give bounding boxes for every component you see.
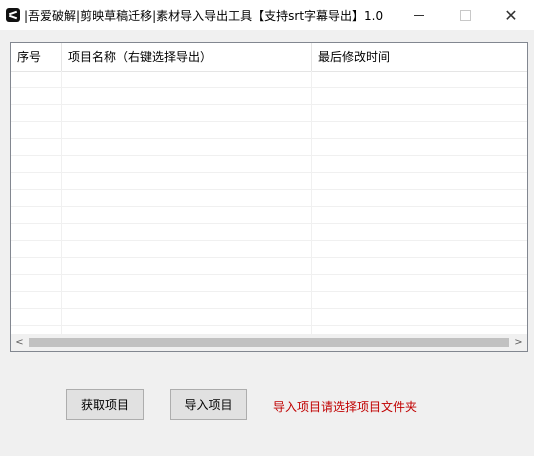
empty-row: [11, 224, 527, 241]
empty-cell: [312, 292, 527, 308]
empty-row: [11, 122, 527, 139]
horizontal-scrollbar[interactable]: < >: [11, 334, 527, 351]
empty-cell: [11, 309, 62, 325]
minimize-icon: [414, 14, 424, 16]
empty-cell: [62, 309, 312, 325]
scroll-right-icon[interactable]: >: [510, 334, 527, 351]
empty-cell: [312, 139, 527, 155]
empty-cell: [11, 71, 62, 87]
empty-cell: [11, 88, 62, 104]
get-projects-button[interactable]: 获取项目: [66, 389, 144, 420]
column-header-modified-time[interactable]: 最后修改时间: [312, 43, 527, 71]
empty-cell: [312, 156, 527, 172]
empty-cell: [62, 105, 312, 121]
column-header-project-name[interactable]: 项目名称（右键选择导出）: [62, 43, 312, 71]
minimize-button[interactable]: [396, 0, 442, 30]
scroll-thumb[interactable]: [29, 338, 509, 347]
hint-text: 导入项目请选择项目文件夹: [273, 400, 418, 414]
empty-cell: [62, 122, 312, 138]
import-project-button[interactable]: 导入项目: [170, 389, 247, 420]
empty-cell: [62, 190, 312, 206]
empty-cell: [62, 173, 312, 189]
window-title: |吾爱破解|剪映草稿迁移|素材导入导出工具【支持srt字幕导出】1.0: [24, 8, 384, 23]
empty-cell: [312, 105, 527, 121]
empty-row: [11, 173, 527, 190]
empty-cell: [62, 139, 312, 155]
empty-row: [11, 241, 527, 258]
empty-cell: [62, 207, 312, 223]
empty-row: [11, 275, 527, 292]
empty-cell: [11, 275, 62, 291]
empty-row: [11, 88, 527, 105]
empty-cell: [312, 224, 527, 240]
empty-row: [11, 156, 527, 173]
empty-cell: [11, 241, 62, 257]
empty-cell: [11, 207, 62, 223]
empty-cell: [62, 224, 312, 240]
maximize-icon: [459, 9, 471, 21]
empty-cell: [312, 173, 527, 189]
empty-cell: [11, 258, 62, 274]
empty-cell: [312, 207, 527, 223]
close-button[interactable]: ✕: [488, 0, 534, 30]
empty-cell: [62, 241, 312, 257]
empty-row: [11, 207, 527, 224]
empty-cell: [312, 309, 527, 325]
maximize-button: [442, 0, 488, 30]
empty-cell: [312, 190, 527, 206]
project-list[interactable]: 序号 项目名称（右键选择导出） 最后修改时间 < >: [10, 42, 528, 352]
empty-cell: [62, 258, 312, 274]
empty-cell: [312, 258, 527, 274]
empty-cell: [62, 156, 312, 172]
empty-cell: [11, 292, 62, 308]
list-header: 序号 项目名称（右键选择导出） 最后修改时间: [11, 43, 527, 72]
empty-cell: [62, 88, 312, 104]
empty-cell: [62, 292, 312, 308]
empty-row: [11, 71, 527, 88]
empty-cell: [11, 122, 62, 138]
scroll-track[interactable]: [28, 334, 510, 351]
empty-cell: [312, 275, 527, 291]
empty-cell: [11, 156, 62, 172]
app-icon: [6, 8, 20, 22]
empty-cell: [11, 224, 62, 240]
empty-row: [11, 190, 527, 207]
empty-cell: [11, 139, 62, 155]
empty-cell: [312, 88, 527, 104]
close-icon: ✕: [504, 5, 518, 25]
empty-cell: [11, 105, 62, 121]
column-header-index[interactable]: 序号: [11, 43, 62, 71]
title-bar: |吾爱破解|剪映草稿迁移|素材导入导出工具【支持srt字幕导出】1.0 ✕: [0, 0, 534, 30]
empty-cell: [312, 241, 527, 257]
empty-row: [11, 139, 527, 156]
empty-row: [11, 292, 527, 309]
list-rows: [11, 71, 527, 343]
empty-cell: [11, 173, 62, 189]
empty-row: [11, 105, 527, 122]
empty-cell: [312, 122, 527, 138]
scroll-left-icon[interactable]: <: [11, 334, 28, 351]
empty-row: [11, 258, 527, 275]
empty-cell: [62, 275, 312, 291]
empty-cell: [11, 190, 62, 206]
empty-row: [11, 309, 527, 326]
empty-cell: [312, 71, 527, 87]
empty-cell: [62, 71, 312, 87]
